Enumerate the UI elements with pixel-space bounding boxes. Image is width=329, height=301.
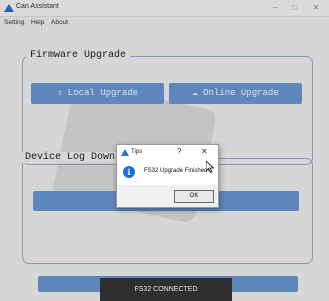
connection-status-toast: FS32 CONNECTED (100, 278, 232, 301)
dialog-title: Tips (131, 149, 143, 155)
mouse-cursor-icon (206, 161, 214, 173)
dialog-message: FS32 Upgrade Finished! (144, 168, 210, 174)
info-icon: i (123, 166, 135, 178)
app-window: Can Assistant – □ ✕ Setting Help About F… (0, 0, 329, 301)
ok-button[interactable]: OK (174, 190, 214, 203)
dialog-footer: OK (117, 185, 218, 207)
dialog-logo-icon (121, 149, 129, 156)
dialog-title-bar: Tips ? ✕ (117, 145, 218, 161)
tips-dialog: Tips ? ✕ i FS32 Upgrade Finished! OK (116, 144, 219, 208)
dialog-close-button[interactable]: ✕ (201, 147, 208, 156)
dialog-help-button[interactable]: ? (177, 147, 181, 156)
